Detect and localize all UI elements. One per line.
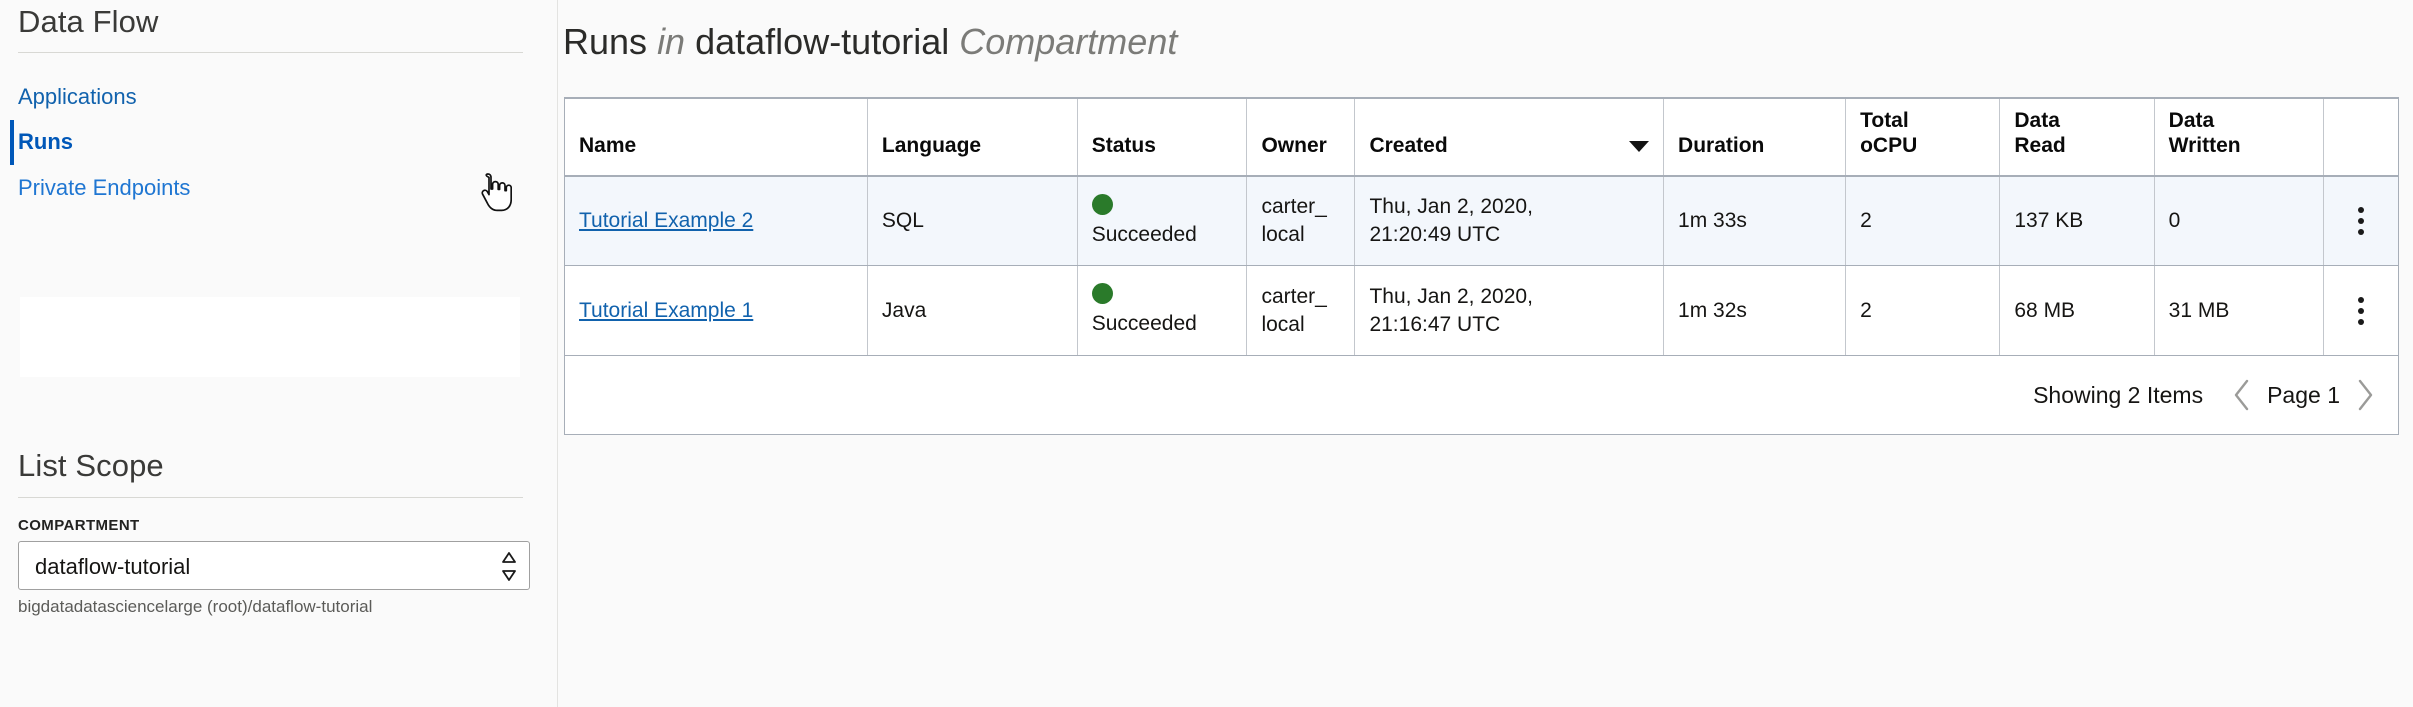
active-indicator-bar bbox=[10, 120, 14, 165]
owner-line-1: carter_ bbox=[1261, 193, 1340, 220]
created-line-2: 21:16:47 UTC bbox=[1369, 311, 1649, 338]
compartment-select[interactable]: dataflow-tutorial bbox=[18, 541, 530, 590]
page-title-preposition: in bbox=[657, 21, 685, 62]
runs-table: Name Language Status Owner Created Durat… bbox=[565, 99, 2398, 356]
cell-owner: carter_ local bbox=[1247, 266, 1355, 356]
column-header-duration[interactable]: Duration bbox=[1664, 99, 1846, 176]
cell-name: Tutorial Example 2 bbox=[565, 176, 867, 266]
created-line-1: Thu, Jan 2, 2020, bbox=[1369, 193, 1649, 220]
cell-owner: carter_ local bbox=[1247, 176, 1355, 266]
showing-items-count: Showing 2 Items bbox=[2033, 382, 2203, 409]
status-label: Succeeded bbox=[1092, 310, 1233, 337]
created-line-1: Thu, Jan 2, 2020, bbox=[1369, 283, 1649, 310]
sidebar-item-runs[interactable]: Runs bbox=[0, 120, 520, 165]
pagination-controls: Page 1 bbox=[2231, 378, 2376, 412]
column-header-data-written[interactable]: Data Written bbox=[2154, 99, 2324, 176]
table-footer: Showing 2 Items Page 1 bbox=[565, 356, 2398, 434]
column-header-data-read-line1: Data bbox=[2014, 109, 2060, 132]
column-header-total-ocpu-line1: Total bbox=[1860, 109, 1909, 132]
stepper-arrows-icon[interactable] bbox=[501, 551, 517, 582]
column-header-status[interactable]: Status bbox=[1077, 99, 1247, 176]
owner-line-2: local bbox=[1261, 311, 1340, 338]
cell-actions bbox=[2324, 266, 2398, 356]
column-header-total-ocpu[interactable]: Total oCPU bbox=[1846, 99, 2000, 176]
status-dot-icon bbox=[1092, 283, 1113, 304]
sidebar-item-applications[interactable]: Applications bbox=[18, 84, 137, 110]
cell-duration: 1m 32s bbox=[1664, 266, 1846, 356]
sidebar-item-runs-label[interactable]: Runs bbox=[18, 129, 73, 155]
service-title: Data Flow bbox=[18, 4, 158, 40]
cell-status: Succeeded bbox=[1077, 176, 1247, 266]
status-label: Succeeded bbox=[1092, 221, 1233, 248]
page-title-resource: Runs bbox=[563, 21, 647, 62]
page-title: Runs in dataflow-tutorial Compartment bbox=[563, 21, 1177, 63]
cell-created: Thu, Jan 2, 2020, 21:20:49 UTC bbox=[1355, 176, 1664, 266]
sidebar-divider-top bbox=[18, 52, 523, 53]
column-header-owner[interactable]: Owner bbox=[1247, 99, 1355, 176]
cell-name: Tutorial Example 1 bbox=[565, 266, 867, 356]
page-title-suffix: Compartment bbox=[959, 21, 1177, 62]
sidebar-item-private-endpoints[interactable]: Private Endpoints bbox=[18, 175, 190, 201]
cell-data-written: 0 bbox=[2154, 176, 2324, 266]
sidebar: Data Flow Applications Runs Private Endp… bbox=[0, 0, 558, 707]
cell-language: SQL bbox=[867, 176, 1077, 266]
status-badge: Succeeded bbox=[1092, 283, 1233, 337]
column-header-data-read-line2: Read bbox=[2014, 134, 2065, 157]
main-content: Runs in dataflow-tutorial Compartment Na… bbox=[559, 0, 2413, 707]
column-header-data-read[interactable]: Data Read bbox=[2000, 99, 2154, 176]
compartment-field-label: COMPARTMENT bbox=[18, 517, 140, 534]
cell-actions bbox=[2324, 176, 2398, 266]
list-scope-title: List Scope bbox=[18, 448, 164, 484]
column-header-created-label: Created bbox=[1369, 134, 1447, 159]
table-header-row: Name Language Status Owner Created Durat… bbox=[565, 99, 2398, 176]
cell-total-ocpu: 2 bbox=[1846, 266, 2000, 356]
run-link[interactable]: Tutorial Example 1 bbox=[579, 299, 753, 322]
cell-data-read: 137 KB bbox=[2000, 176, 2154, 266]
cell-data-read: 68 MB bbox=[2000, 266, 2154, 356]
column-header-language[interactable]: Language bbox=[867, 99, 1077, 176]
kebab-menu-icon[interactable] bbox=[2338, 280, 2384, 341]
run-link[interactable]: Tutorial Example 2 bbox=[579, 209, 753, 232]
cell-data-written: 31 MB bbox=[2154, 266, 2324, 356]
cell-language: Java bbox=[867, 266, 1077, 356]
cell-status: Succeeded bbox=[1077, 266, 1247, 356]
compartment-path-text: bigdatadatasciencelarge (root)/dataflow-… bbox=[18, 597, 372, 617]
runs-table-container: Name Language Status Owner Created Durat… bbox=[564, 97, 2399, 435]
table-row[interactable]: Tutorial Example 1 Java Succeeded carter… bbox=[565, 266, 2398, 356]
data-flow-runs-page: Data Flow Applications Runs Private Endp… bbox=[0, 0, 2413, 707]
sidebar-panel-background bbox=[20, 297, 520, 377]
column-header-created[interactable]: Created bbox=[1355, 99, 1664, 176]
chevron-left-icon[interactable] bbox=[2231, 378, 2253, 412]
status-badge: Succeeded bbox=[1092, 194, 1233, 248]
column-header-name[interactable]: Name bbox=[565, 99, 867, 176]
compartment-selected-value: dataflow-tutorial bbox=[35, 554, 190, 580]
sidebar-divider-scope bbox=[18, 497, 523, 498]
chevron-right-icon[interactable] bbox=[2354, 378, 2376, 412]
status-dot-icon bbox=[1092, 194, 1113, 215]
page-title-compartment: dataflow-tutorial bbox=[695, 21, 949, 62]
kebab-menu-icon[interactable] bbox=[2338, 191, 2384, 252]
page-indicator: Page 1 bbox=[2267, 382, 2340, 409]
cell-total-ocpu: 2 bbox=[1846, 176, 2000, 266]
owner-line-1: carter_ bbox=[1261, 283, 1340, 310]
created-line-2: 21:20:49 UTC bbox=[1369, 221, 1649, 248]
column-header-total-ocpu-line2: oCPU bbox=[1860, 134, 1917, 157]
cell-created: Thu, Jan 2, 2020, 21:16:47 UTC bbox=[1355, 266, 1664, 356]
cell-duration: 1m 33s bbox=[1664, 176, 1846, 266]
table-row[interactable]: Tutorial Example 2 SQL Succeeded carter_… bbox=[565, 176, 2398, 266]
column-header-actions bbox=[2324, 99, 2398, 176]
column-header-data-written-line2: Written bbox=[2169, 134, 2241, 157]
owner-line-2: local bbox=[1261, 221, 1340, 248]
caret-down-icon[interactable] bbox=[1629, 141, 1649, 152]
column-header-data-written-line1: Data bbox=[2169, 109, 2215, 132]
